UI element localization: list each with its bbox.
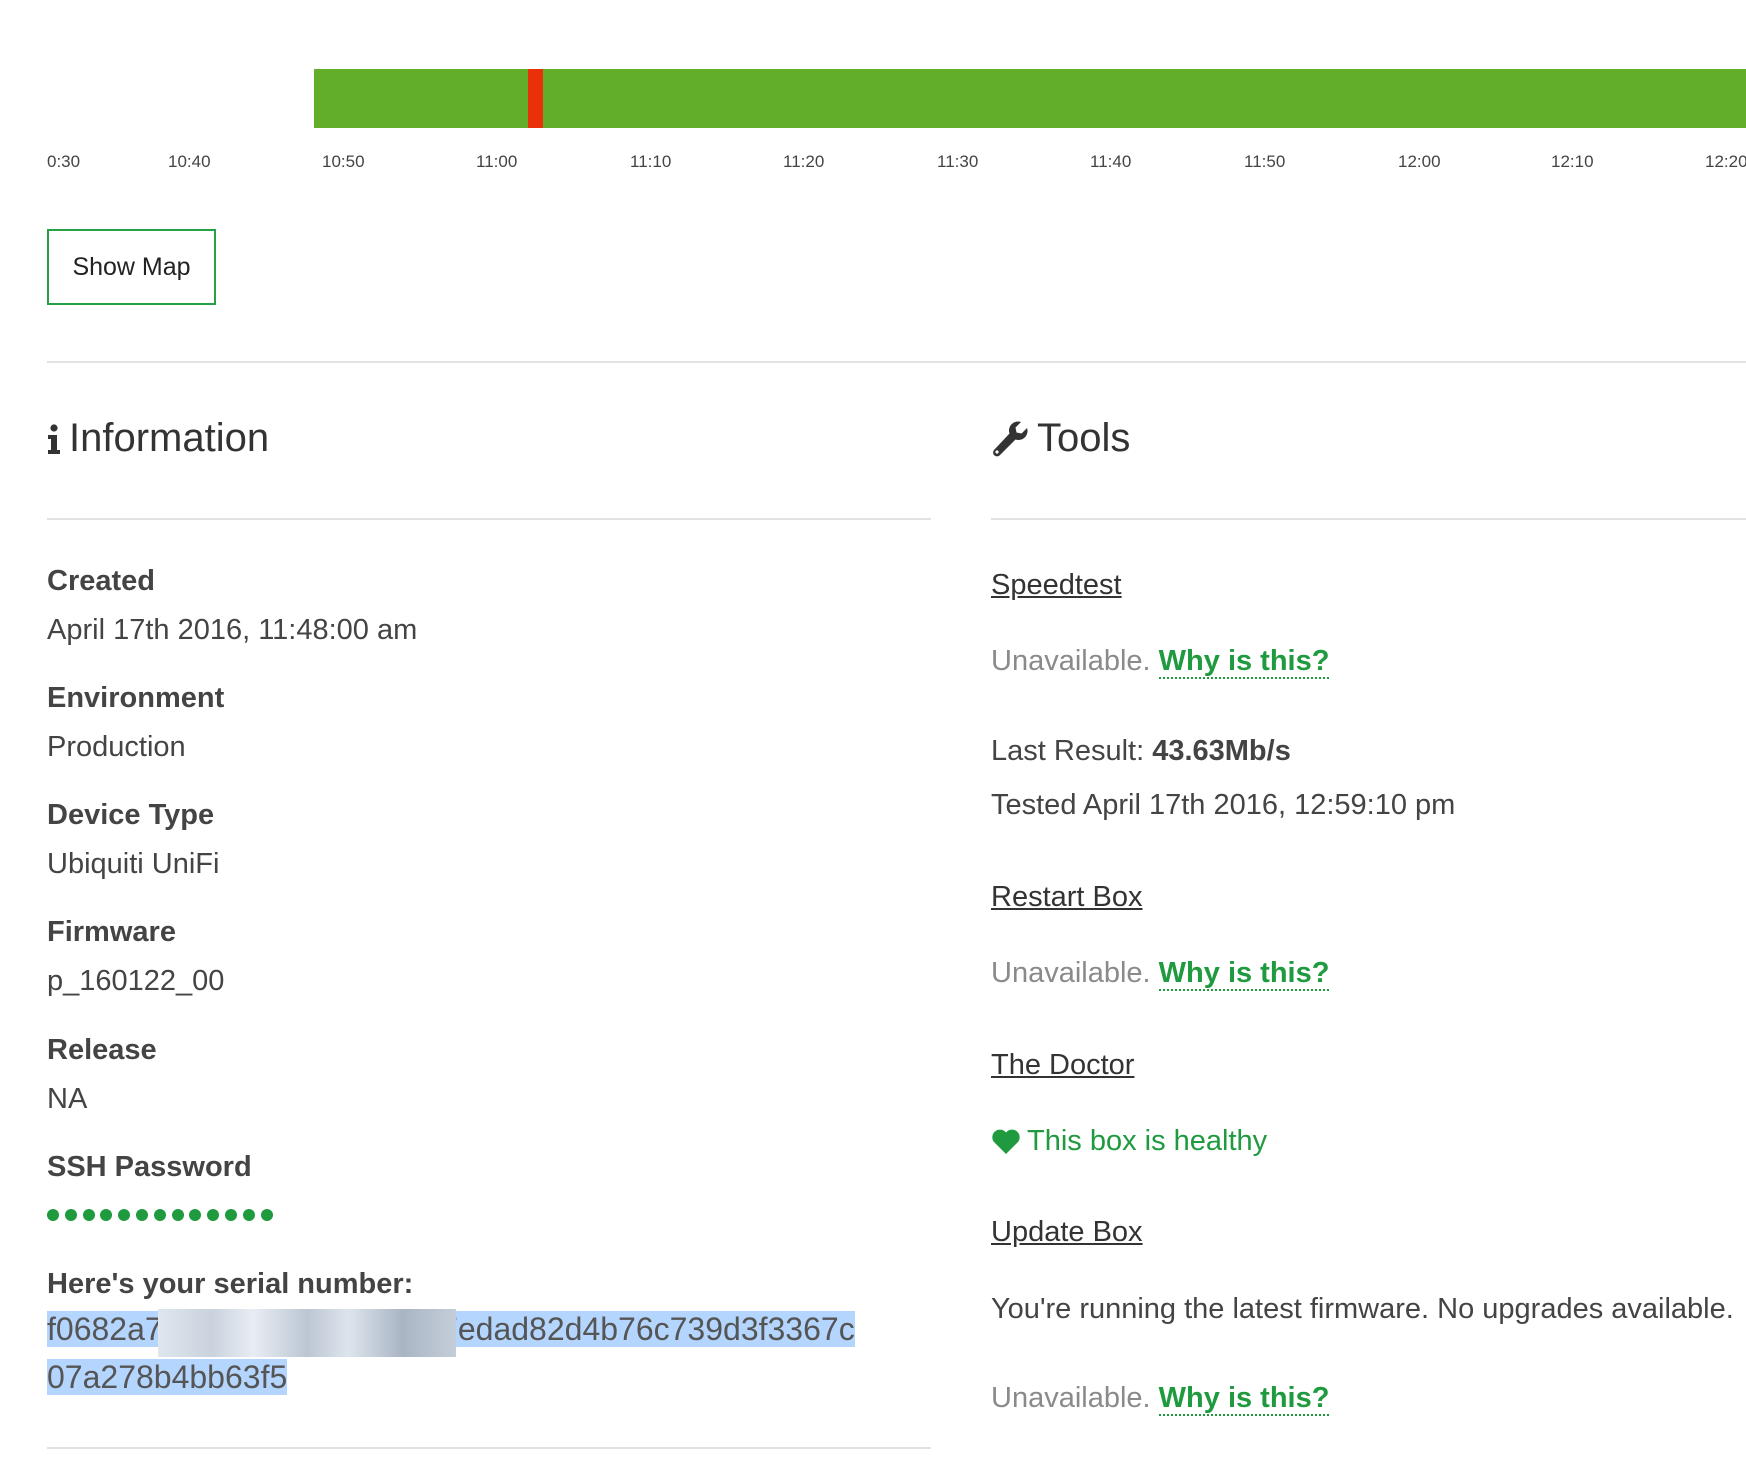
wrench-icon <box>993 420 1028 456</box>
information-title: Information <box>69 416 270 460</box>
timeline-tick: 11:50 <box>1244 152 1286 171</box>
tools-heading: Tools <box>991 416 1130 461</box>
update-box-link[interactable]: Update Box <box>991 1216 1143 1249</box>
last-result-label: Last Result: <box>991 735 1145 767</box>
ssh-password-label: SSH Password <box>47 1151 252 1183</box>
timeline-tick: 12:10 <box>1551 152 1594 171</box>
tested-timestamp: Tested April 17th 2016, 12:59:10 pm <box>991 789 1456 821</box>
health-status: This box is healthy <box>991 1125 1267 1158</box>
last-result-value: 43.63Mb/s <box>1152 735 1291 767</box>
restart-status: Unavailable. Why is this? <box>991 957 1330 991</box>
timeline-tick: 12:00 <box>1398 152 1441 171</box>
timeline-tick: 0:30 <box>47 152 81 171</box>
created-value: April 17th 2016, 11:48:00 am <box>47 614 418 646</box>
the-doctor-link[interactable]: The Doctor <box>991 1049 1134 1082</box>
timeline-tick: 11:20 <box>783 152 825 171</box>
device-type-value: Ubiquiti UniFi <box>47 848 220 880</box>
show-map-button[interactable]: Show Map <box>47 229 216 305</box>
healthy-text: This box is healthy <box>1027 1125 1268 1157</box>
unavailable-text: Unavailable. <box>991 957 1151 989</box>
info-icon <box>48 423 60 454</box>
timeline-outage-marker <box>528 69 543 128</box>
serial-part: 90a7edad82d4b76c739d3f3367c <box>386 1311 855 1347</box>
why-is-this-link[interactable]: Why is this? <box>1158 1382 1330 1416</box>
environment-value: Production <box>47 731 186 763</box>
timeline-tick: 11:10 <box>630 152 672 171</box>
firmware-status-text: You're running the latest firmware. No u… <box>991 1293 1734 1325</box>
tools-title: Tools <box>1037 416 1131 460</box>
last-result: Last Result: 43.63Mb/s <box>991 735 1291 768</box>
ssh-password-masked[interactable] <box>47 1209 273 1221</box>
why-is-this-link[interactable]: Why is this? <box>1158 957 1330 991</box>
serial-part: f0682a7 <box>47 1311 163 1347</box>
information-divider <box>47 518 931 520</box>
timeline-tick: 11:40 <box>1090 152 1132 171</box>
information-heading: Information <box>47 416 269 461</box>
environment-label: Environment <box>47 682 225 714</box>
firmware-value: p_160122_00 <box>47 965 225 997</box>
restart-box-link[interactable]: Restart Box <box>991 881 1143 914</box>
serial-part: 07a278b4bb63f5 <box>47 1359 288 1395</box>
update-status: Unavailable. Why is this? <box>991 1382 1330 1416</box>
serial-redaction <box>158 1309 456 1357</box>
firmware-label: Firmware <box>47 916 176 948</box>
release-label: Release <box>47 1034 157 1066</box>
timeline-tick: 11:30 <box>937 152 979 171</box>
unavailable-text: Unavailable. <box>991 1382 1151 1414</box>
timeline-bar <box>314 69 1746 128</box>
heart-icon <box>992 1129 1020 1154</box>
why-is-this-link[interactable]: Why is this? <box>1158 645 1330 679</box>
divider <box>47 361 1746 363</box>
unavailable-text: Unavailable. <box>991 645 1151 677</box>
device-type-label: Device Type <box>47 799 215 831</box>
speedtest-status: Unavailable. Why is this? <box>991 645 1330 679</box>
speedtest-link[interactable]: Speedtest <box>991 569 1122 602</box>
serial-number-label: Here's your serial number: <box>47 1268 414 1300</box>
timeline-tick: 11:00 <box>476 152 518 171</box>
timeline-tick: 10:50 <box>322 152 365 171</box>
timeline-tick: 10:40 <box>168 152 211 171</box>
timeline-tick: 12:20 <box>1705 152 1746 171</box>
tools-divider <box>991 518 1746 520</box>
information-bottom-divider <box>47 1447 931 1449</box>
created-label: Created <box>47 565 155 597</box>
release-value: NA <box>47 1083 88 1115</box>
